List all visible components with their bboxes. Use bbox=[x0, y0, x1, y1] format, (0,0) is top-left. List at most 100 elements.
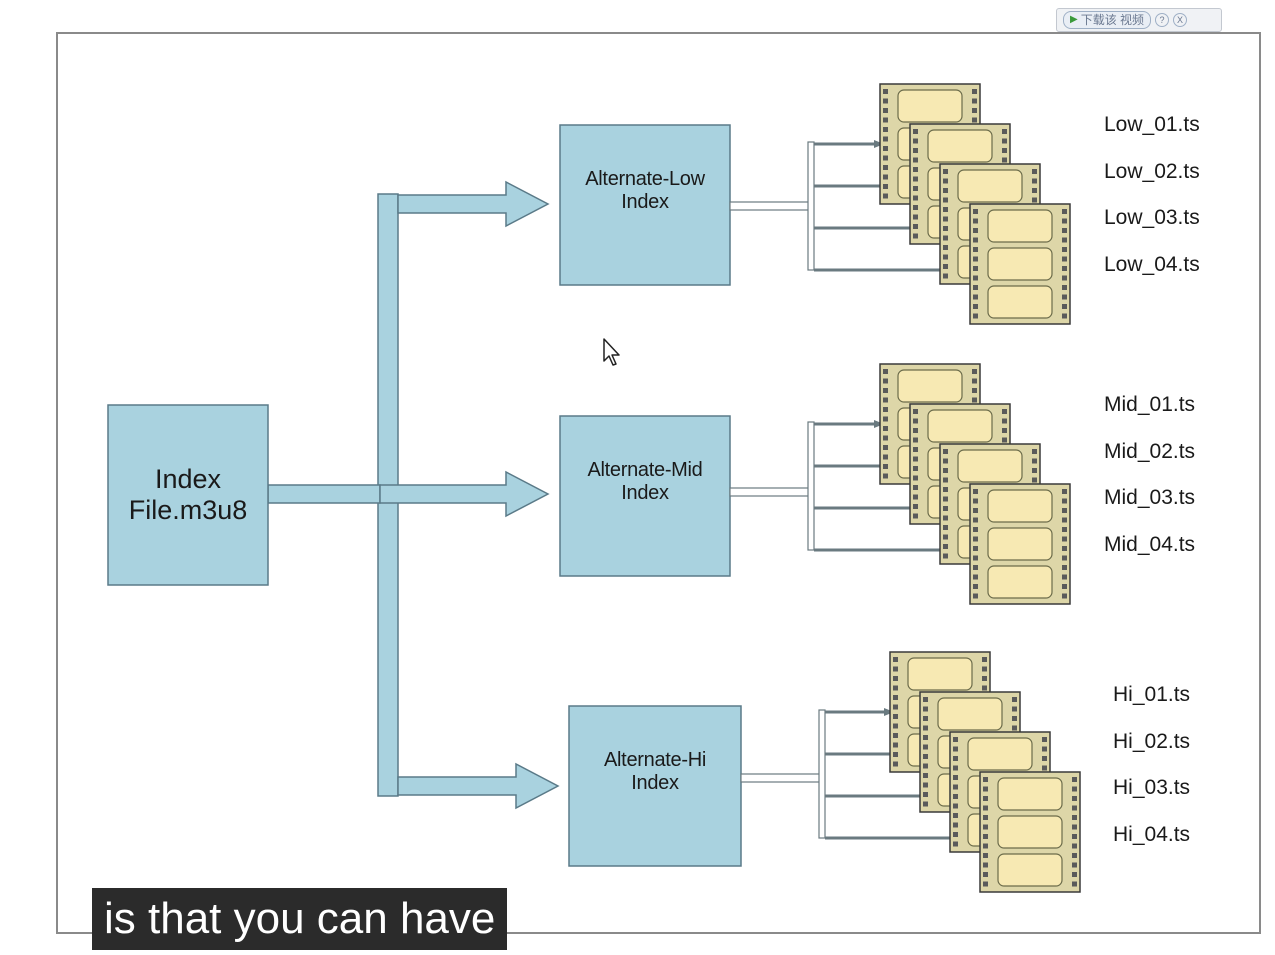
film-perforation bbox=[943, 188, 948, 193]
connector-pipe bbox=[740, 773, 822, 783]
film-perforation bbox=[1062, 498, 1067, 504]
film-perforation bbox=[943, 245, 948, 250]
arrow-to-hi bbox=[397, 762, 560, 810]
file-label: Hi_04.ts bbox=[1113, 823, 1191, 846]
film-perforation bbox=[1002, 138, 1007, 144]
film-perforation bbox=[883, 397, 888, 403]
film-perforation bbox=[953, 794, 958, 799]
film-perforation bbox=[1062, 209, 1067, 214]
film-perforation bbox=[943, 553, 948, 559]
film-perforation bbox=[1012, 697, 1017, 702]
film-perforation bbox=[923, 697, 928, 702]
film-perforation bbox=[1032, 477, 1037, 483]
film-perforation bbox=[893, 714, 898, 719]
index-file-line1: Index bbox=[154, 463, 222, 494]
feed-pipe bbox=[267, 484, 381, 504]
film-perforation bbox=[1002, 437, 1007, 443]
branch-arrows bbox=[267, 180, 560, 810]
film-perforation bbox=[1042, 737, 1047, 742]
film-perforation bbox=[893, 742, 898, 748]
film-perforation bbox=[972, 378, 977, 384]
film-perforation bbox=[913, 475, 918, 481]
film-perforation bbox=[913, 513, 918, 519]
film-frame bbox=[997, 815, 1063, 849]
film-perforation bbox=[1032, 178, 1037, 184]
film-perforation bbox=[1062, 237, 1067, 243]
film-perforation bbox=[893, 685, 898, 691]
film-perforation bbox=[913, 167, 918, 172]
film-perforation bbox=[1042, 746, 1047, 752]
film-perforation bbox=[953, 746, 958, 752]
connector-trunk bbox=[807, 141, 815, 271]
film-perforation bbox=[943, 197, 948, 203]
alternate-mid-line1: Alternate-Mid bbox=[587, 459, 703, 481]
film-perforation bbox=[983, 805, 988, 811]
film-perforation bbox=[953, 832, 958, 837]
alternate-low-box: Alternate-Low Index bbox=[560, 125, 730, 285]
film-perforation bbox=[943, 226, 948, 231]
film-perforation bbox=[953, 822, 958, 828]
film-perforation bbox=[913, 456, 918, 462]
film-perforation bbox=[1072, 862, 1077, 868]
file-label: Low_04.ts bbox=[1104, 253, 1200, 276]
film-perforation bbox=[973, 294, 978, 300]
film-frame bbox=[957, 449, 1023, 483]
mouse-cursor-icon bbox=[603, 338, 620, 366]
film-perforation bbox=[943, 178, 948, 184]
film-frame bbox=[987, 285, 1053, 319]
film-perforation bbox=[1032, 197, 1037, 203]
film-perforation bbox=[1012, 706, 1017, 712]
film-perforation bbox=[943, 273, 948, 279]
film-perforation bbox=[1002, 418, 1007, 424]
film-perforation bbox=[972, 117, 977, 123]
film-perforation bbox=[883, 117, 888, 123]
film-perforation bbox=[943, 525, 948, 530]
film-perforation bbox=[883, 89, 888, 94]
film-perforation bbox=[943, 515, 948, 521]
film-perforation bbox=[982, 666, 987, 672]
film-perforation bbox=[913, 214, 918, 220]
connector-trunk bbox=[807, 421, 815, 551]
film-perforation bbox=[1032, 458, 1037, 464]
alternate-mid-box: Alternate-Mid Index bbox=[560, 416, 730, 576]
film-perforation bbox=[883, 407, 888, 412]
film-perforation bbox=[923, 735, 928, 740]
film-perforation bbox=[893, 733, 898, 738]
film-perforation bbox=[1062, 517, 1067, 523]
film-perforation bbox=[953, 803, 958, 809]
film-perforation bbox=[982, 676, 987, 681]
film-perforation bbox=[913, 186, 918, 191]
film-perforation bbox=[1072, 815, 1077, 820]
film-perforation bbox=[953, 784, 958, 790]
film-perforation bbox=[973, 218, 978, 224]
alternate-low-line1: Alternate-Low bbox=[585, 168, 705, 190]
film-perforation bbox=[1002, 157, 1007, 163]
film-perforation bbox=[972, 108, 977, 113]
film-perforation bbox=[1062, 527, 1067, 532]
film-perforation bbox=[973, 209, 978, 214]
film-perforation bbox=[883, 464, 888, 469]
file-label: Mid_03.ts bbox=[1104, 486, 1196, 509]
film-perforation bbox=[913, 205, 918, 210]
alternate-mid-line2: Index bbox=[621, 482, 669, 504]
film-perforation bbox=[972, 369, 977, 374]
film-perforation bbox=[883, 108, 888, 113]
film-perforation bbox=[1032, 449, 1037, 454]
file-label: Mid_02.ts bbox=[1104, 440, 1196, 463]
alternate-hi-line1: Alternate-Hi bbox=[604, 749, 706, 771]
film-perforation bbox=[953, 756, 958, 761]
film-perforation bbox=[983, 824, 988, 830]
film-perforation bbox=[953, 813, 958, 818]
film-perforation bbox=[943, 468, 948, 473]
film-perforation bbox=[1062, 247, 1067, 252]
arrow-to-mid bbox=[379, 470, 550, 518]
film-perforation bbox=[1062, 218, 1067, 224]
file-label: Low_01.ts bbox=[1104, 113, 1200, 136]
film-perforation bbox=[1072, 777, 1077, 782]
film-perforation bbox=[883, 146, 888, 151]
film-perforation bbox=[1062, 294, 1067, 300]
film-perforation bbox=[943, 496, 948, 502]
film-perforation bbox=[913, 176, 918, 182]
film-perforation bbox=[943, 264, 948, 269]
film-perforation bbox=[943, 216, 948, 222]
